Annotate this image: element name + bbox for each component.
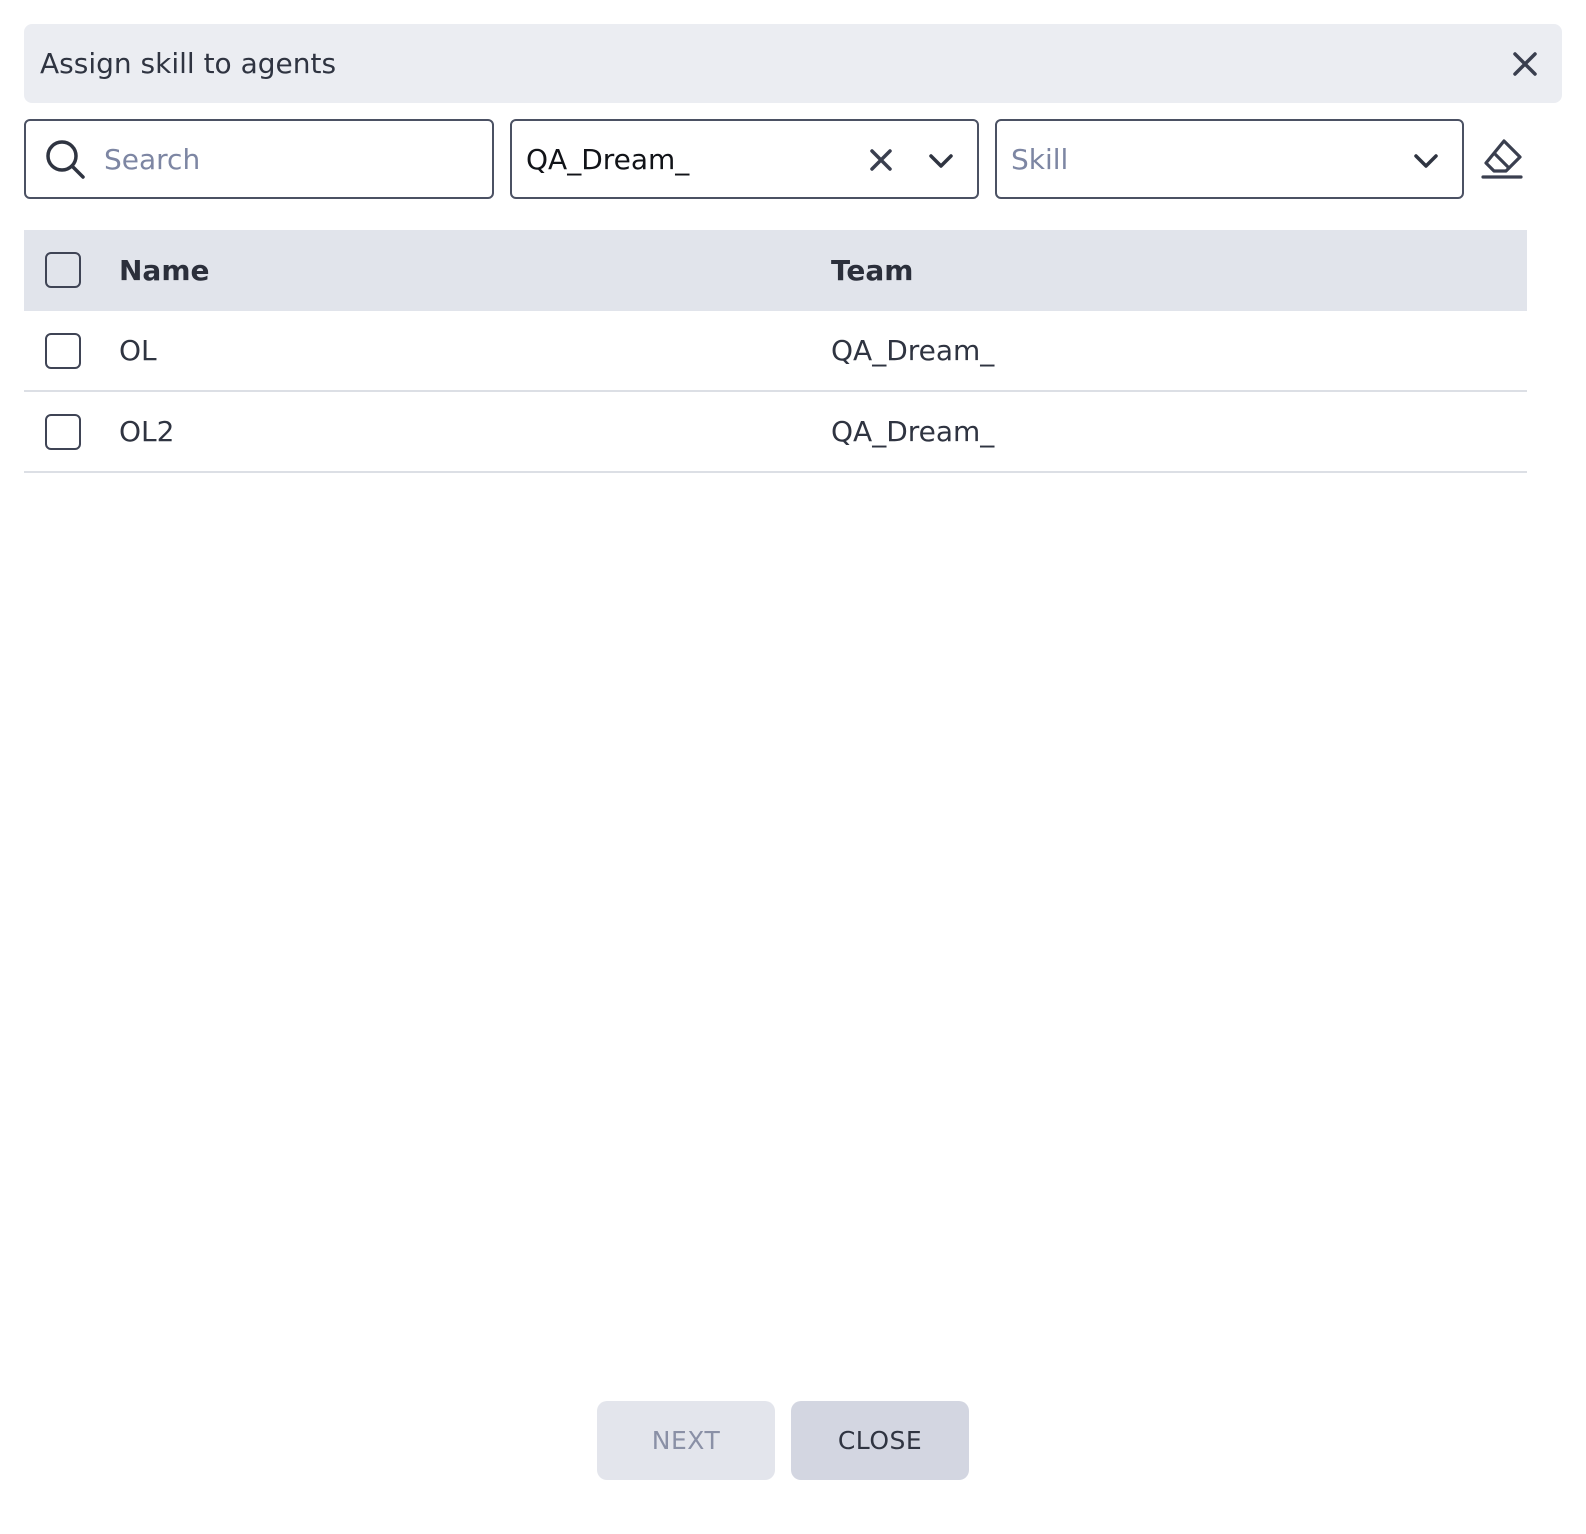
agent-team: QA_Dream_	[831, 415, 995, 448]
search-icon	[44, 138, 88, 182]
column-header-name[interactable]: Name	[119, 230, 210, 311]
close-button[interactable]: CLOSE	[791, 1401, 969, 1480]
dialog-title: Assign skill to agents	[40, 47, 337, 80]
skill-select-placeholder: Skill	[1011, 142, 1069, 176]
search-field	[24, 119, 494, 199]
dialog-header: Assign skill to agents	[24, 24, 1562, 103]
skill-select[interactable]: Skill	[995, 119, 1464, 199]
row-checkbox[interactable]	[45, 414, 81, 450]
team-select-value: QA_Dream_	[526, 142, 690, 176]
row-checkbox[interactable]	[45, 333, 81, 369]
chevron-down-icon[interactable]	[927, 147, 955, 175]
table-row[interactable]: OL QA_Dream_	[24, 311, 1527, 392]
dialog-footer: NEXT CLOSE	[0, 1401, 1586, 1481]
eraser-icon[interactable]	[1480, 137, 1524, 181]
select-all-checkbox[interactable]	[45, 252, 81, 288]
filter-toolbar: QA_Dream_ Skill	[24, 119, 1562, 199]
agent-team: QA_Dream_	[831, 334, 995, 367]
agents-table: Name Team OL QA_Dream_ OL2 QA_Dream_	[24, 230, 1527, 473]
agent-name: OL2	[119, 415, 175, 448]
search-input[interactable]	[104, 135, 474, 183]
clear-icon[interactable]	[867, 146, 895, 174]
close-icon[interactable]	[1510, 49, 1540, 79]
team-select[interactable]: QA_Dream_	[510, 119, 979, 199]
column-header-team[interactable]: Team	[831, 230, 913, 311]
table-header: Name Team	[24, 230, 1527, 311]
chevron-down-icon[interactable]	[1412, 147, 1440, 175]
assign-skill-dialog: Assign skill to agents QA_Dream_	[0, 0, 1586, 1534]
next-button[interactable]: NEXT	[597, 1401, 775, 1480]
table-row[interactable]: OL2 QA_Dream_	[24, 392, 1527, 473]
agent-name: OL	[119, 334, 157, 367]
